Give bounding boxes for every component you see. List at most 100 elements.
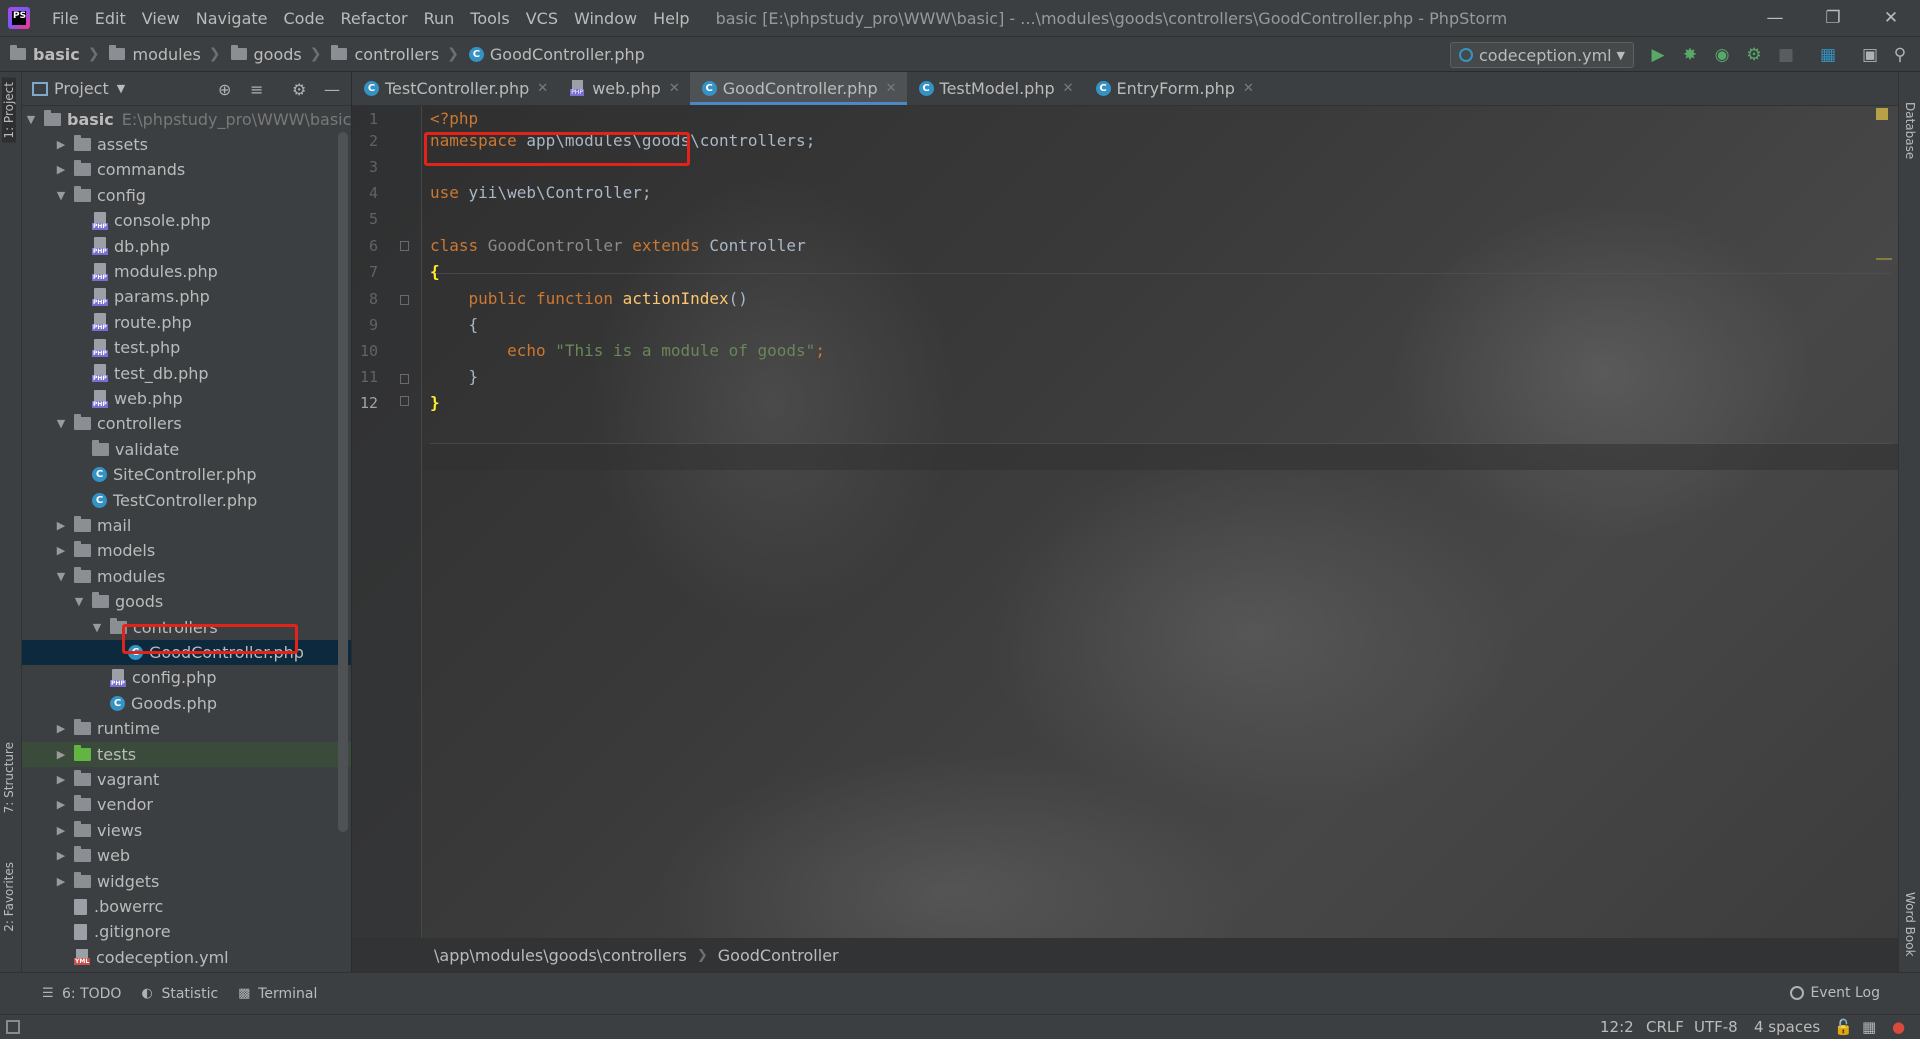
menu-view[interactable]: View	[134, 9, 188, 28]
hide-panel-icon[interactable]: —	[324, 80, 340, 99]
stop-icon[interactable]: ■	[1776, 45, 1796, 65]
minimize-button[interactable]: —	[1746, 0, 1804, 36]
scroll-marker[interactable]	[1876, 258, 1892, 260]
nav-crumb-goods[interactable]: goods ❯	[221, 45, 321, 64]
editor-tab[interactable]: C TestController.php ✕	[352, 72, 558, 105]
tree-item[interactable]: ▼ goods	[22, 589, 351, 614]
tool-tab-database[interactable]: Database	[1903, 102, 1917, 159]
tree-item[interactable]: ▼ modules	[22, 564, 351, 589]
menu-window[interactable]: Window	[566, 9, 645, 28]
editor-tab[interactable]: C GoodController.php ✕	[689, 72, 907, 105]
tree-item[interactable]: ▶codeception.yml	[22, 945, 351, 970]
collapse-all-icon[interactable]: ≡	[250, 80, 263, 99]
chevron-down-icon[interactable]: ▼	[88, 621, 106, 634]
tree-item[interactable]: ▶ tests	[22, 741, 351, 767]
tool-tab-project[interactable]: 1: Project	[2, 78, 16, 143]
chevron-down-icon[interactable]: ▼	[52, 417, 70, 430]
restore-button[interactable]: ❐	[1804, 0, 1862, 36]
tree-item[interactable]: ▶ views	[22, 818, 351, 843]
chevron-down-icon[interactable]: ▼	[52, 189, 70, 202]
tree-item[interactable]: ▶test.php	[22, 335, 351, 360]
run-configuration-select[interactable]: codeception.yml ▼	[1450, 42, 1634, 68]
menu-edit[interactable]: Edit	[87, 9, 134, 28]
menu-file[interactable]: File	[44, 9, 87, 28]
fold-marker-icon[interactable]	[400, 241, 409, 251]
chevron-right-icon[interactable]: ▶	[52, 849, 70, 862]
tree-item[interactable]: ▶test_db.php	[22, 361, 351, 386]
indent-setting[interactable]: 4 spaces	[1754, 1018, 1820, 1036]
project-view-select[interactable]: Project	[54, 79, 109, 98]
tree-item[interactable]: ▶.gitignore	[22, 919, 351, 944]
tree-item[interactable]: ▶ mail	[22, 513, 351, 538]
layout-icon[interactable]: ▣	[1860, 45, 1880, 65]
locate-icon[interactable]: ⊕	[218, 80, 231, 99]
chevron-down-icon[interactable]: ▼	[70, 595, 88, 608]
fold-marker-icon[interactable]	[400, 396, 409, 406]
chevron-right-icon[interactable]: ▶	[52, 544, 70, 557]
tree-item[interactable]: ▼ controllers	[22, 615, 351, 640]
gear-icon[interactable]: ⚙	[292, 80, 306, 99]
breadcrumb-class[interactable]: GoodController	[718, 946, 839, 965]
coverage-icon[interactable]: ◉	[1712, 45, 1732, 65]
tree-item[interactable]: ▶config.php	[22, 665, 351, 690]
nav-crumb-modules[interactable]: modules ❯	[99, 45, 221, 64]
close-button[interactable]: ✕	[1862, 0, 1920, 36]
close-tab-icon[interactable]: ✕	[669, 81, 680, 96]
chevron-right-icon[interactable]: ▶	[52, 163, 70, 176]
menu-code[interactable]: Code	[276, 9, 333, 28]
menu-vcs[interactable]: VCS	[518, 9, 566, 28]
translate-icon[interactable]: ▦	[1818, 45, 1838, 65]
statistic-tool-button[interactable]: ◐ Statistic	[141, 986, 218, 1002]
toggle-tool-windows-icon[interactable]	[6, 1020, 20, 1034]
tree-item[interactable]: ▶validate	[22, 437, 351, 462]
tool-tab-structure[interactable]: 7: Structure	[2, 742, 16, 813]
menu-tools[interactable]: Tools	[462, 9, 517, 28]
tree-item[interactable]: ▶route.php	[22, 310, 351, 335]
tree-item[interactable]: ▶ web	[22, 843, 351, 868]
editor-tab[interactable]: C TestModel.php ✕	[907, 72, 1084, 105]
tree-item[interactable]: ▶ vagrant	[22, 767, 351, 792]
tree-item[interactable]: ▶console.php	[22, 208, 351, 233]
tree-item[interactable]: ▶modules.php	[22, 259, 351, 284]
google-icon[interactable]: ●	[1892, 1018, 1905, 1036]
nav-crumb-basic[interactable]: basic ❯	[0, 45, 99, 64]
close-tab-icon[interactable]: ✕	[886, 81, 897, 96]
memory-icon[interactable]: ▦	[1862, 1018, 1876, 1036]
close-tab-icon[interactable]: ✕	[1243, 81, 1254, 96]
chevron-down-icon[interactable]: ▼	[22, 113, 40, 126]
file-encoding[interactable]: UTF-8	[1694, 1018, 1738, 1036]
tree-item[interactable]: ▶db.php	[22, 234, 351, 259]
editor-tab[interactable]: C EntryForm.php ✕	[1084, 72, 1264, 105]
tree-item[interactable]: ▶ models	[22, 538, 351, 563]
tree-item[interactable]: ▼ config	[22, 183, 351, 208]
search-icon[interactable]: ⚲	[1890, 45, 1910, 65]
chevron-down-icon[interactable]: ▼	[52, 570, 70, 583]
tree-item[interactable]: ▶ vendor	[22, 792, 351, 817]
chevron-right-icon[interactable]: ▶	[52, 798, 70, 811]
lock-icon[interactable]: 🔓	[1834, 1018, 1853, 1036]
tree-item[interactable]: ▶.bowerrc	[22, 894, 351, 919]
tree-root-basic[interactable]: ▼ basic E:\phpstudy_pro\WWW\basic	[22, 107, 351, 132]
tree-item[interactable]: ▶CGoodController.php	[22, 640, 351, 665]
tool-tab-favorites[interactable]: 2: Favorites	[2, 862, 16, 932]
caret-position[interactable]: 12:2	[1600, 1018, 1634, 1036]
menu-navigate[interactable]: Navigate	[188, 9, 276, 28]
nav-crumb-goodcontroller-php[interactable]: C GoodController.php	[459, 45, 645, 64]
line-separator[interactable]: CRLF	[1646, 1018, 1684, 1036]
tree-item[interactable]: ▶CTestController.php	[22, 488, 351, 513]
chevron-right-icon[interactable]: ▶	[52, 748, 70, 761]
todo-tool-button[interactable]: ☰ 6: TODO	[42, 986, 121, 1002]
tree-item[interactable]: ▶ runtime	[22, 716, 351, 741]
chevron-right-icon[interactable]: ▶	[52, 773, 70, 786]
menu-run[interactable]: Run	[416, 9, 463, 28]
chevron-right-icon[interactable]: ▶	[52, 824, 70, 837]
run-icon[interactable]: ▶	[1648, 45, 1668, 65]
tree-item[interactable]: ▶CSiteController.php	[22, 462, 351, 487]
tree-item[interactable]: ▶ assets	[22, 132, 351, 157]
nav-crumb-controllers[interactable]: controllers ❯	[321, 45, 459, 64]
chevron-down-icon[interactable]: ▼	[117, 82, 125, 95]
chevron-right-icon[interactable]: ▶	[52, 519, 70, 532]
terminal-tool-button[interactable]: ▩ Terminal	[238, 986, 317, 1002]
menu-help[interactable]: Help	[645, 9, 697, 28]
tree-scrollbar[interactable]	[338, 132, 348, 832]
